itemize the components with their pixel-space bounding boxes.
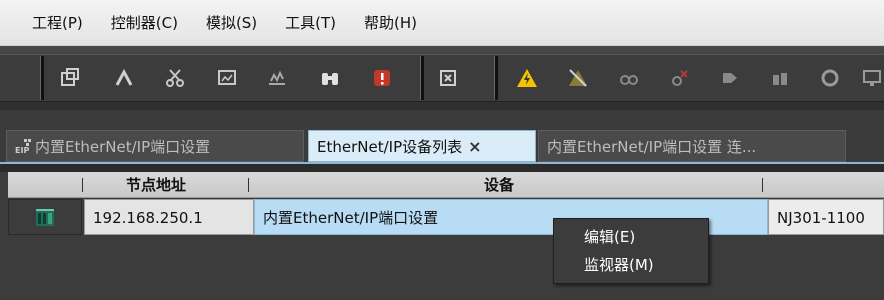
menu-controller[interactable]: 控制器(C) xyxy=(97,0,192,46)
model-cell[interactable]: NJ301-1100 xyxy=(768,199,884,235)
display-icon[interactable] xyxy=(215,66,239,90)
tab-label: EtherNet/IP设备列表 xyxy=(317,137,463,156)
column-header-node-address[interactable]: 节点地址 xyxy=(126,172,186,198)
pointer-icon[interactable] xyxy=(112,66,136,90)
column-divider xyxy=(82,178,83,192)
menu-tools[interactable]: 工具(T) xyxy=(271,0,350,46)
menu-simulation[interactable]: 模拟(S) xyxy=(192,0,271,46)
eip-icon: EIP xyxy=(15,138,31,154)
node-address-cell[interactable]: 192.168.250.1 xyxy=(84,199,254,235)
table-header: 节点地址 设备 xyxy=(8,172,884,198)
online-warning-icon[interactable] xyxy=(515,66,539,90)
tab-divider xyxy=(0,162,884,172)
monitor-icon[interactable] xyxy=(860,66,884,90)
scissors-icon[interactable] xyxy=(163,66,187,90)
tab-label: 内置EtherNet/IP端口设置 xyxy=(35,137,211,156)
toolbar xyxy=(0,46,884,110)
toolbar-separator xyxy=(494,56,498,100)
column-header-device[interactable]: 设备 xyxy=(484,172,514,198)
menu-help[interactable]: 帮助(H) xyxy=(350,0,431,46)
tab-builtin-port-settings[interactable]: EIP 内置EtherNet/IP端口设置 xyxy=(6,130,304,162)
tab-label: 内置EtherNet/IP端口设置 连... xyxy=(547,137,757,156)
tab-port-settings-connection[interactable]: 内置EtherNet/IP端口设置 连... xyxy=(538,130,846,162)
device-table: 节点地址 设备 192.168.250.1 内置EtherNet/IP端口设置 … xyxy=(0,172,884,300)
transfer-icon[interactable] xyxy=(668,66,692,90)
binoculars-icon[interactable] xyxy=(318,66,342,90)
row-icon-cell xyxy=(8,199,82,235)
menu-bar: 工程(P) 控制器(C) 模拟(S) 工具(T) 帮助(H) xyxy=(0,0,884,46)
warning-red-icon[interactable] xyxy=(370,66,394,90)
graph-icon[interactable] xyxy=(265,66,289,90)
sync-icon[interactable] xyxy=(617,66,641,90)
column-divider xyxy=(248,178,249,192)
upload-icon[interactable] xyxy=(718,66,742,90)
program-icon[interactable] xyxy=(436,66,460,90)
toolbar-separator xyxy=(40,56,44,100)
document-tab-strip: EIP 内置EtherNet/IP端口设置 EtherNet/IP设备列表 × … xyxy=(0,110,884,172)
svg-text:EIP: EIP xyxy=(15,146,29,154)
tab-device-list[interactable]: EtherNet/IP设备列表 × xyxy=(308,130,536,162)
window-icon[interactable] xyxy=(58,66,82,90)
controller-icon xyxy=(36,209,54,226)
table-row[interactable]: 192.168.250.1 内置EtherNet/IP端口设置 NJ301-11… xyxy=(8,199,884,235)
menu-project[interactable]: 工程(P) xyxy=(18,0,97,46)
context-menu-edit[interactable]: 编辑(E) xyxy=(554,223,708,251)
context-menu-monitor[interactable]: 监视器(M) xyxy=(554,251,708,279)
toolbar-separator xyxy=(420,56,424,100)
context-menu: 编辑(E) 监视器(M) xyxy=(553,218,709,284)
offline-icon[interactable] xyxy=(566,66,590,90)
compare-icon[interactable] xyxy=(768,66,792,90)
reset-icon[interactable] xyxy=(818,66,842,90)
column-divider xyxy=(762,178,763,192)
close-icon[interactable]: × xyxy=(468,137,481,156)
